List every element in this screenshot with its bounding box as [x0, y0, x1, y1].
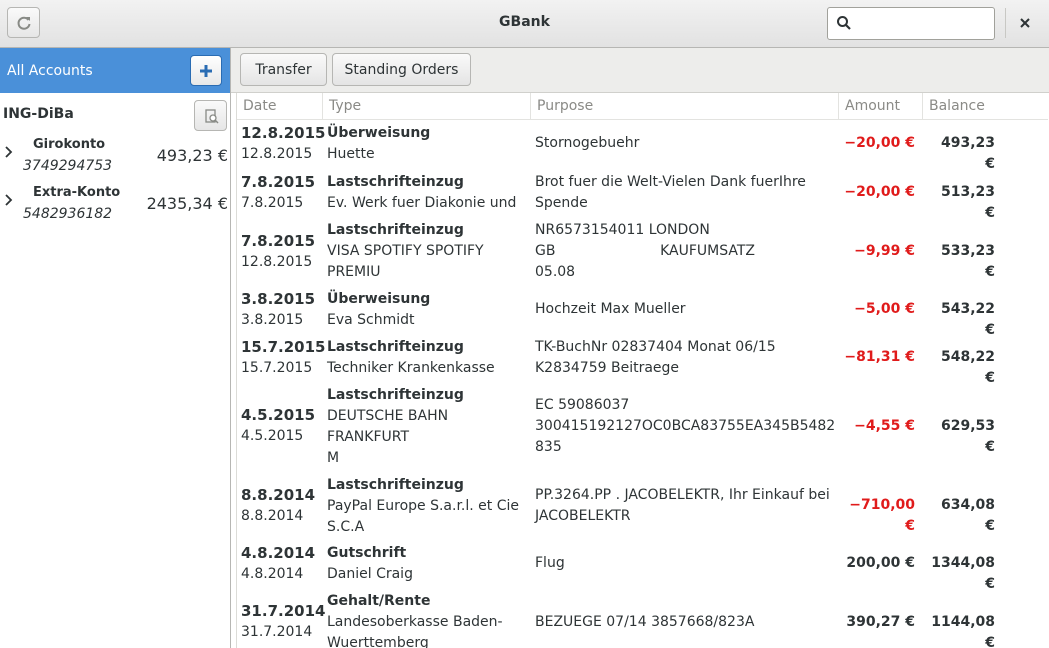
- date-cell: 4.5.2015 4.5.2015: [241, 406, 316, 444]
- search-input[interactable]: [856, 13, 990, 35]
- table-row[interactable]: 8.8.2014 8.8.2014 Lastschrifteinzug PayPal…: [237, 475, 1048, 539]
- transfer-button[interactable]: Transfer: [240, 53, 327, 86]
- sidebar: All Accounts ING-DiBa Girokonto 37492947…: [0, 48, 231, 648]
- balance-cell: 533,23 €: [940, 243, 995, 280]
- transactions-table: Date Type Purpose Amount Balance 12.8.20…: [236, 93, 1048, 648]
- table-row[interactable]: 7.8.2015 12.8.2015 Lastschrifteinzug VISA …: [237, 220, 1048, 284]
- type-cell: Überweisung Eva Schmidt: [327, 291, 431, 328]
- amount-cell: −20,00 €: [844, 184, 915, 200]
- date-cell: 3.8.2015 3.8.2015: [241, 290, 316, 328]
- account-balance: 2435,34 €: [146, 194, 228, 213]
- amount-cell: 390,27 €: [846, 614, 915, 630]
- column-separator: [922, 93, 923, 119]
- search-field[interactable]: [827, 7, 995, 40]
- close-button[interactable]: [1013, 12, 1037, 34]
- type-cell: Gehalt/Rente Landesoberkasse Baden- Wuertt…: [327, 593, 503, 648]
- balance-cell: 634,08 €: [940, 497, 995, 534]
- purpose-cell: Flug: [535, 555, 565, 571]
- balance-cell: 1144,08 €: [931, 614, 995, 648]
- purpose-cell: EC 59086037 300415192127OC0BCA83755EA345B…: [535, 397, 836, 455]
- purpose-cell: TK-BuchNr 02837404 Monat 06/15 K2834759 B…: [535, 339, 776, 376]
- table-row[interactable]: 7.8.2015 7.8.2015 Lastschrifteinzug Ev. We…: [237, 172, 1048, 221]
- date-cell: 4.8.2014 4.8.2014: [241, 544, 316, 582]
- account-number: 5482936182: [23, 206, 113, 222]
- balance-cell: 513,23 €: [940, 184, 995, 221]
- date-cell: 8.8.2014 8.8.2014: [241, 486, 316, 524]
- table-row[interactable]: 4.8.2014 4.8.2014 Gutschrift Daniel Craig …: [237, 543, 1048, 592]
- add-icon: [200, 64, 212, 77]
- purpose-cell: Stornogebuehr: [535, 135, 640, 151]
- chevron-right-icon[interactable]: [4, 194, 14, 206]
- close-icon: [1020, 18, 1030, 28]
- balance-cell: 493,23 €: [940, 135, 995, 172]
- type-cell: Lastschrifteinzug DEUTSCHE BAHN FRANKFURT M: [327, 387, 464, 466]
- amount-cell: 200,00 €: [846, 555, 915, 571]
- purpose-cell: BEZUEGE 07/14 3857668/823A: [535, 614, 755, 630]
- column-header-type[interactable]: Type: [329, 98, 361, 114]
- add-account-button[interactable]: [190, 55, 222, 86]
- account-row-girokonto[interactable]: Girokonto 3749294753 493,23 €: [0, 137, 230, 185]
- balance-cell: 629,53 €: [940, 418, 995, 455]
- type-cell: Gutschrift Daniel Craig: [327, 545, 413, 582]
- purpose-cell: PP.3264.PP . JACOBELEKTR, Ihr Einkauf be…: [535, 487, 830, 524]
- type-cell: Lastschrifteinzug Techniker Krankenkasse: [327, 339, 495, 376]
- balance-cell: 543,22 €: [940, 301, 995, 338]
- amount-cell: −81,31 €: [844, 349, 915, 365]
- bank-name: ING-DiBa: [3, 106, 74, 122]
- type-cell: Lastschrifteinzug Ev. Werk fuer Diakonie …: [327, 174, 517, 211]
- account-name: Girokonto: [33, 137, 106, 152]
- column-header-date[interactable]: Date: [243, 98, 276, 114]
- amount-cell: −9,99 €: [854, 243, 915, 259]
- toolbar: Transfer Standing Orders: [231, 48, 1049, 93]
- table-row[interactable]: 15.7.2015 15.7.2015 Lastschrifteinzug Tech…: [237, 337, 1048, 386]
- type-cell: Lastschrifteinzug PayPal Europe S.a.r.l. …: [327, 477, 520, 535]
- amount-cell: −710,00 €: [849, 497, 915, 534]
- account-balance: 493,23 €: [156, 146, 228, 165]
- bank-settings-icon: [204, 108, 219, 124]
- table-row[interactable]: 4.5.2015 4.5.2015 Lastschrifteinzug DEUTSC…: [237, 385, 1048, 471]
- balance-cell: 1344,08 €: [931, 555, 995, 592]
- account-number: 3749294753: [23, 158, 113, 174]
- all-accounts-row[interactable]: All Accounts: [0, 48, 230, 93]
- header-bar: GBank: [0, 0, 1049, 48]
- table-row[interactable]: 31.7.2014 31.7.2014 Gehalt/Rente Landesobe…: [237, 591, 1048, 648]
- column-header-balance[interactable]: Balance: [929, 98, 985, 114]
- bank-settings-button[interactable]: [194, 100, 227, 131]
- purpose-cell: NR6573154011 LONDON GB KAUFUMSATZ 05.08: [535, 222, 755, 280]
- account-row-extra-konto[interactable]: Extra-Konto 5482936182 2435,34 €: [0, 185, 230, 233]
- table-header: Date Type Purpose Amount Balance: [237, 93, 1048, 120]
- date-cell: 7.8.2015 12.8.2015: [241, 232, 316, 270]
- all-accounts-label: All Accounts: [7, 63, 93, 79]
- type-cell: Lastschrifteinzug VISA SPOTIFY SPOTIFY PRE…: [327, 222, 484, 280]
- column-separator: [838, 93, 839, 119]
- standing-orders-button[interactable]: Standing Orders: [332, 53, 471, 86]
- table-row[interactable]: 3.8.2015 3.8.2015 Überweisung Eva Schmidt …: [237, 289, 1048, 338]
- date-cell: 31.7.2014 31.7.2014: [241, 602, 326, 640]
- column-separator: [322, 93, 323, 119]
- date-cell: 15.7.2015 15.7.2015: [241, 338, 326, 376]
- column-header-purpose[interactable]: Purpose: [537, 98, 593, 114]
- balance-cell: 548,22 €: [940, 349, 995, 386]
- amount-cell: −20,00 €: [844, 135, 915, 151]
- chevron-right-icon[interactable]: [4, 146, 14, 158]
- amount-cell: −4,55 €: [854, 418, 915, 434]
- purpose-cell: Brot fuer die Welt-Vielen Dank fuerIhre S…: [535, 174, 806, 211]
- table-row[interactable]: 12.8.2015 12.8.2015 Überweisung Huette Sto…: [237, 123, 1048, 172]
- header-separator: [1005, 8, 1006, 38]
- column-header-amount[interactable]: Amount: [845, 98, 900, 114]
- type-cell: Überweisung Huette: [327, 125, 431, 162]
- date-cell: 7.8.2015 7.8.2015: [241, 173, 316, 211]
- search-icon: [837, 16, 851, 30]
- amount-cell: −5,00 €: [854, 301, 915, 317]
- date-cell: 12.8.2015 12.8.2015: [241, 124, 326, 162]
- purpose-cell: Hochzeit Max Mueller: [535, 301, 686, 317]
- account-name: Extra-Konto: [33, 185, 121, 200]
- column-separator: [530, 93, 531, 119]
